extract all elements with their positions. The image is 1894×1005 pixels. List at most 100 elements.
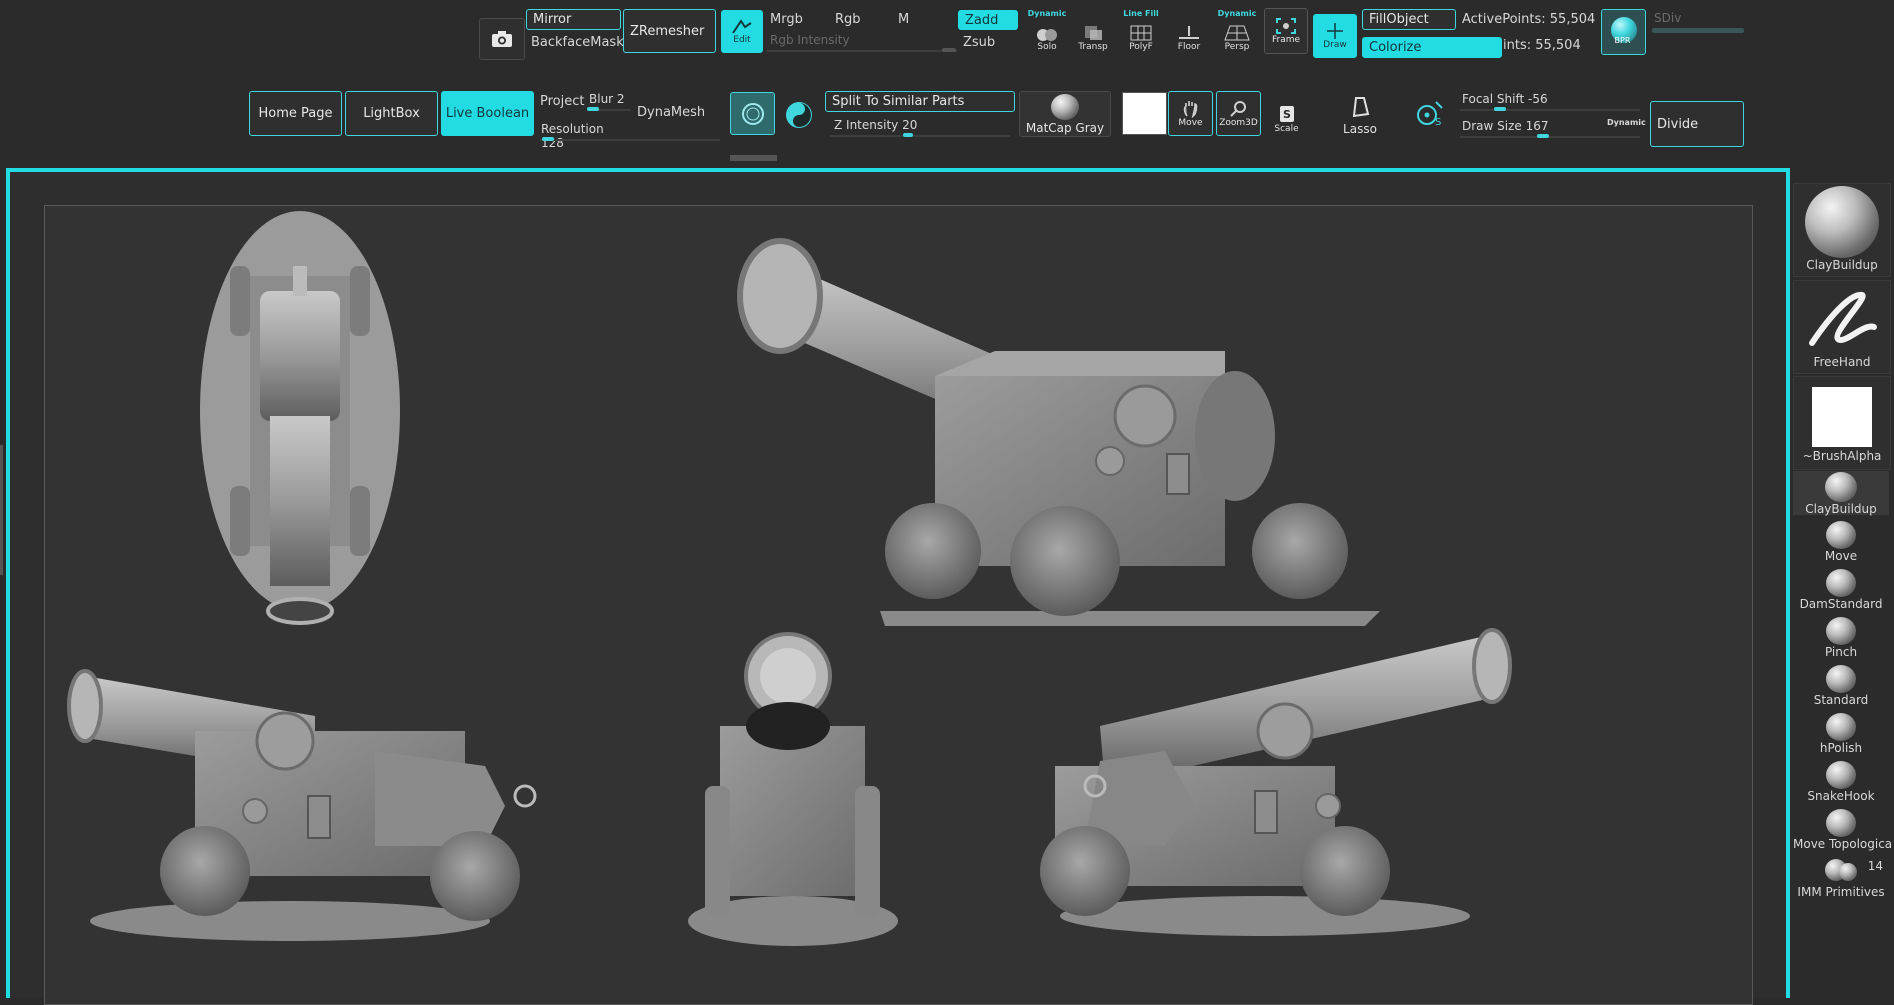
rgb-intensity-knob[interactable]: [942, 48, 956, 52]
z-intensity-slider[interactable]: Z Intensity 20: [830, 118, 1010, 138]
dynamesh-mode-button[interactable]: [730, 92, 775, 135]
cannon-perspective-view: [737, 238, 1380, 626]
draw-button[interactable]: Draw: [1313, 14, 1357, 58]
m-toggle[interactable]: M: [898, 12, 909, 27]
claybuildup-small-icon: [1825, 472, 1857, 502]
dynamesh-toggle[interactable]: DynaMesh: [637, 105, 705, 120]
brush-damstandard[interactable]: DamStandard: [1793, 567, 1889, 611]
brush-standard[interactable]: Standard: [1793, 663, 1889, 707]
live-boolean-button[interactable]: Live Boolean: [441, 91, 534, 136]
dynamesh-ring-icon: [741, 102, 764, 125]
sdiv-slider[interactable]: SDiv: [1652, 11, 1744, 35]
mirror-button[interactable]: Mirror: [526, 9, 621, 30]
split-similar-parts-button[interactable]: Split To Similar Parts: [825, 91, 1015, 112]
cannon-models-scene: [67, 211, 1512, 946]
solo-button[interactable]: Dynamic Solo: [1026, 8, 1068, 52]
polish-swirl-button[interactable]: [784, 100, 814, 130]
stroke-freehand[interactable]: FreeHand: [1793, 280, 1891, 374]
move-topological-brush-icon: [1826, 809, 1856, 837]
move-hand-icon: [1183, 100, 1197, 118]
cannon-left-view: [67, 669, 537, 941]
standard-brush-icon: [1826, 665, 1856, 693]
draw-size-knob[interactable]: [1537, 134, 1549, 138]
pinch-brush-icon: [1826, 617, 1856, 645]
move-brush-icon: [1826, 521, 1856, 549]
brush-imm-primitives[interactable]: 14 IMM Primitives: [1793, 855, 1889, 899]
white-alpha-icon: [1812, 387, 1872, 447]
backface-mask-toggle[interactable]: BackfaceMask: [531, 35, 624, 50]
brush-snakehook[interactable]: SnakeHook: [1793, 759, 1889, 803]
rgb-toggle[interactable]: Rgb: [835, 12, 861, 27]
snakehook-brush-icon: [1826, 761, 1856, 789]
lightbox-button[interactable]: LightBox: [345, 91, 438, 136]
focal-shift-slider[interactable]: Focal Shift -56: [1460, 92, 1650, 112]
move-button[interactable]: Move: [1168, 91, 1213, 136]
lasso-icon: [1352, 97, 1370, 118]
frame-button[interactable]: Frame: [1264, 8, 1308, 54]
brush-pinch[interactable]: Pinch: [1793, 615, 1889, 659]
matcap-sphere-icon: [1051, 93, 1079, 120]
brush-hpolish[interactable]: hPolish: [1793, 711, 1889, 755]
active-points-readout: ActivePoints: 55,504: [1462, 12, 1596, 27]
total-points-readout: ints: 55,504: [1503, 38, 1581, 53]
fill-object-button[interactable]: FillObject: [1362, 9, 1456, 30]
symmetry-brush-icon: S: [1417, 101, 1443, 128]
scale-icon: S: [1279, 106, 1294, 122]
brush-move-topological[interactable]: Move Topologica: [1793, 807, 1892, 851]
material-button[interactable]: MatCap Gray: [1019, 91, 1111, 137]
resolution-slider[interactable]: Resolution 128: [540, 122, 720, 150]
transp-icon: [1085, 26, 1102, 40]
divide-button[interactable]: Divide: [1650, 101, 1744, 147]
camera-button[interactable]: [479, 18, 525, 60]
brush-move[interactable]: Move: [1793, 519, 1889, 563]
color-swatch[interactable]: [1122, 92, 1167, 135]
z-intensity-knob[interactable]: [903, 133, 913, 137]
brush-claybuildup-large[interactable]: ClayBuildup: [1793, 183, 1891, 277]
focal-shift-knob[interactable]: [1494, 107, 1506, 111]
polyf-button[interactable]: Line Fill PolyF: [1120, 8, 1162, 52]
colorize-button[interactable]: Colorize: [1362, 37, 1502, 58]
imm-count: 14: [1867, 859, 1883, 873]
persp-button[interactable]: Dynamic Persp: [1216, 8, 1258, 52]
solo-icon: [1037, 29, 1057, 41]
blur-knob[interactable]: [587, 107, 599, 111]
lasso-button[interactable]: Lasso: [1330, 92, 1390, 136]
home-page-button[interactable]: Home Page: [249, 91, 342, 136]
zsub-toggle[interactable]: Zsub: [963, 35, 995, 50]
blur-slider[interactable]: Blur 2: [587, 92, 631, 112]
resolution-knob[interactable]: [542, 137, 554, 141]
left-edge-handle[interactable]: [0, 445, 3, 575]
symmetry-button[interactable]: S: [1414, 98, 1446, 130]
dynamesh-progress: [730, 155, 777, 161]
freehand-stroke-icon: [1809, 291, 1877, 346]
edit-icon: [732, 18, 752, 34]
scale-button[interactable]: S Scale: [1264, 94, 1309, 134]
alpha-brushalpha[interactable]: ~BrushAlpha: [1793, 376, 1891, 470]
cannon-right-view: [1040, 628, 1512, 936]
dynamic-size-toggle[interactable]: Dynamic: [1607, 118, 1646, 127]
floor-button[interactable]: Floor: [1168, 8, 1210, 52]
mrgb-toggle[interactable]: Mrgb: [770, 12, 803, 27]
draw-crosshair-icon: [1327, 23, 1343, 39]
polyframe-icon: [1130, 25, 1152, 41]
svg-text:S: S: [1435, 117, 1441, 128]
zoom-magnifier-icon: [1229, 100, 1246, 117]
damstandard-brush-icon: [1826, 569, 1856, 597]
cannon-top-view: [200, 211, 400, 625]
cannon-front-view: [688, 632, 898, 946]
rgb-intensity-slider[interactable]: Rgb Intensity: [767, 33, 957, 53]
brush-claybuildup[interactable]: ClayBuildup: [1793, 471, 1889, 516]
claybuildup-sphere-icon: [1805, 186, 1879, 258]
project-toggle[interactable]: Project: [540, 94, 584, 109]
floor-icon: [1179, 26, 1199, 39]
bpr-button[interactable]: BPR: [1601, 9, 1646, 55]
polish-swirl-icon: [786, 102, 812, 128]
zremesher-button[interactable]: ZRemesher: [623, 9, 716, 53]
transp-button[interactable]: Transp: [1072, 8, 1114, 52]
svg-text:S: S: [1283, 108, 1291, 121]
zadd-button[interactable]: Zadd: [958, 10, 1018, 30]
document-canvas[interactable]: [44, 205, 1753, 1005]
edit-button[interactable]: Edit: [721, 10, 763, 53]
zoom3d-button[interactable]: Zoom3D: [1216, 91, 1261, 136]
camera-icon: [492, 31, 512, 47]
